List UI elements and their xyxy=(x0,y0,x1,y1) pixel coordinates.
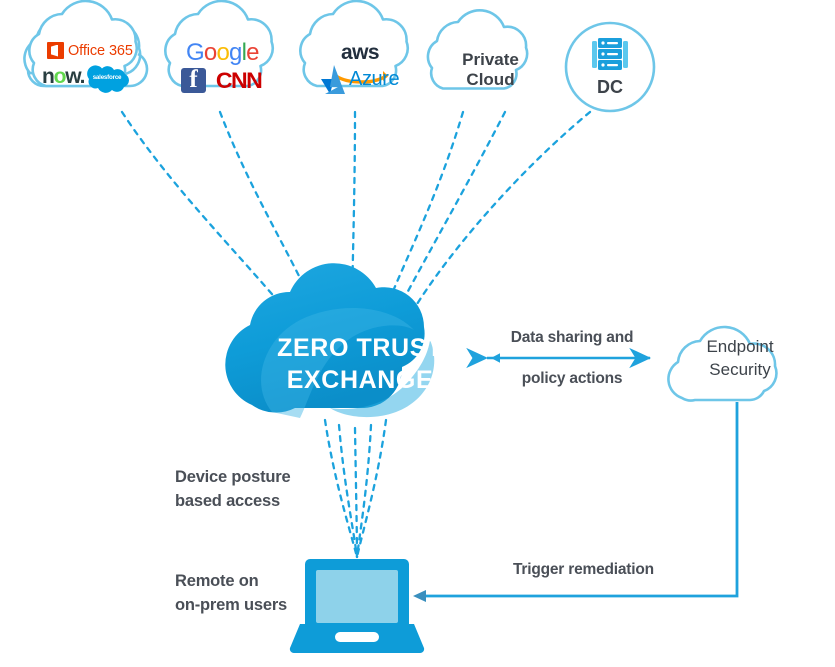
zero-trust-exchange-shape[interactable] xyxy=(225,263,435,418)
trigger-remediation-label: Trigger remediation xyxy=(513,561,654,578)
trigger-remediation-arrow-head xyxy=(413,590,426,602)
servicenow-logo: now. xyxy=(42,65,85,88)
remote-users-label: Remote on on-prem users xyxy=(175,572,288,614)
google-logo: Google xyxy=(186,39,259,66)
data-sharing-arrow-left-head xyxy=(491,353,500,363)
facebook-logo xyxy=(181,66,206,94)
office365-icon xyxy=(47,42,64,59)
servicenow-label: now. xyxy=(42,65,85,88)
data-sharing-label: Data sharing and xyxy=(510,329,634,346)
office365-logo: Office 365 xyxy=(47,42,133,59)
salesforce-logo-text: salesforce xyxy=(92,74,122,81)
private-cloud-shape[interactable] xyxy=(426,9,529,90)
diagram-canvas: Office 365 now. salesforce Google CNN aw… xyxy=(0,0,835,667)
endpoint-security-shape[interactable] xyxy=(667,325,778,402)
azure-logo: Azure xyxy=(349,68,400,90)
policy-actions-label: policy actions xyxy=(521,370,623,387)
facebook-icon xyxy=(181,66,206,94)
device-posture-label: Device posture based access xyxy=(175,468,291,510)
cnn-logo: CNN xyxy=(215,68,263,93)
office365-label: Office 365 xyxy=(68,42,133,59)
